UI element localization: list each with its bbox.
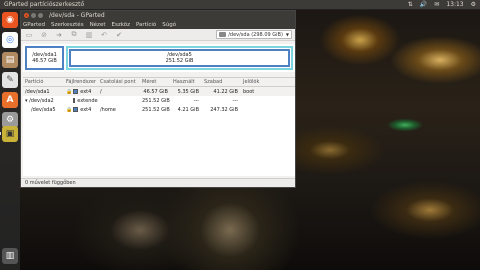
column-header-unused[interactable]: Szabad [202,79,241,85]
column-header-filesystem[interactable]: Fájlrendszer [64,79,98,85]
window-titlebar[interactable]: ✕ /dev/sda - GParted [21,11,295,20]
filesystem-color-swatch [73,98,76,103]
menu-help[interactable]: Súgó [162,22,176,28]
files-icon[interactable]: ▤ [2,52,18,68]
top-panel: GParted partíciószerkesztő ⇅ 🔊 ✉ 13:13 ⚙ [0,0,480,10]
partition-cell-expander: ▾ /dev/sda2 [23,98,64,104]
partition-block-size: 251.52 GiB [165,58,194,64]
filesystem-cell: 🔒 extended [64,98,98,104]
partition-block-sda5[interactable]: /dev/sda5 251.52 GiB [69,49,290,67]
delete-icon[interactable]: ⊘ [39,30,49,39]
filesystem-label: extended [77,97,98,104]
gparted-icon[interactable]: ▣ [2,126,18,142]
chevron-down-icon: ▼ [285,32,289,37]
filesystem-label: ext4 [80,106,92,113]
new-partition-icon[interactable]: ▭ [24,30,34,39]
column-header-partition[interactable]: Partíció [23,79,64,85]
mountpoint-cell: /home [100,106,116,113]
copy-icon[interactable]: ⧉ [69,30,79,39]
unused-cell: 41.22 GiB [213,88,238,95]
gparted-window: ✕ /dev/sda - GParted GParted Szerkesztés… [20,10,296,188]
text-editor-icon[interactable]: ✎ [2,72,18,88]
running-indicator [0,132,1,135]
partition-graph: /dev/sda1 46.57 GiB /dev/sda5 251.52 GiB [23,44,295,72]
resize-icon[interactable]: ➜ [54,30,64,39]
device-selector[interactable]: /dev/sda (298.09 GiB) ▼ [216,30,292,39]
active-app-title: GParted partíciószerkesztő [4,1,85,8]
table-row[interactable]: ▾ /dev/sda2 🔒 extended 251.52 GiB --- --… [23,96,295,105]
network-icon[interactable]: ⇅ [408,1,413,8]
column-header-mountpoint[interactable]: Csatolási pont [98,79,140,85]
menu-device[interactable]: Eszköz [112,22,130,28]
column-header-flags[interactable]: Jelölők [241,79,295,85]
lock-icon: 🔒 [66,106,73,113]
used-cell: --- [193,97,199,104]
unused-cell: --- [232,97,238,104]
mountpoint-cell: / [100,88,102,95]
table-header: Partíció Fájlrendszer Csatolási pont Mér… [23,78,295,87]
window-title: /dev/sda - GParted [49,12,105,19]
minimize-icon[interactable] [31,13,36,18]
partition-block-size: 46.57 GiB [32,58,57,64]
size-cell: 251.52 GiB [142,97,170,104]
filesystem-cell: 🔒 ext4 [64,89,98,95]
partition-cell: /dev/sda1 [25,88,50,95]
paste-icon[interactable]: ▥ [84,30,94,39]
menubar: GParted Szerkesztés Nézet Eszköz Partíci… [21,20,295,29]
used-cell: 4.21 GiB [177,106,199,113]
unused-cell: 247.32 GiB [210,106,238,113]
ubuntu-logo-icon[interactable]: ◉ [2,12,18,28]
partition-cell: /dev/sda2 [29,97,54,104]
partition-block-extended[interactable]: /dev/sda5 251.52 GiB [66,46,293,70]
power-gear-icon[interactable]: ⚙ [471,1,476,8]
column-header-used[interactable]: Használt [171,79,202,85]
flags-cell: boot [243,88,255,95]
device-label: /dev/sda (298.09 GiB) [228,31,283,38]
toolbar: ▭ ⊘ ➜ ⧉ ▥ ↶ ✔ /dev/sda (298.09 GiB) ▼ [21,29,295,41]
trash-icon[interactable]: ▥ [2,248,18,264]
size-cell: 251.52 GiB [142,106,170,113]
filesystem-cell: 🔒 ext4 [64,107,98,113]
maximize-icon[interactable] [38,13,43,18]
apply-icon[interactable]: ✔ [114,30,124,39]
lock-icon: 🔒 [66,88,73,95]
partition-table: Partíció Fájlrendszer Csatolási pont Mér… [23,77,295,176]
menu-edit[interactable]: Szerkesztés [51,22,84,28]
undo-icon[interactable]: ↶ [99,30,109,39]
expander-icon[interactable]: ▾ [25,98,28,104]
launcher: ◉ ◎ ▤ ✎ A ⚙ ▣ ▥ [0,10,20,270]
column-header-size[interactable]: Méret [140,79,171,85]
software-center-icon[interactable]: A [2,92,18,108]
volume-icon[interactable]: 🔊 [420,1,427,8]
used-cell: 5.35 GiB [177,88,199,95]
menu-gparted[interactable]: GParted [23,22,45,28]
filesystem-label: ext4 [80,88,92,95]
filesystem-color-swatch [73,89,79,94]
menu-view[interactable]: Nézet [90,22,106,28]
partition-cell: /dev/sda5 [31,106,56,113]
table-row[interactable]: /dev/sda1 🔒 ext4 / 46.57 GiB 5.35 GiB 41… [23,87,295,96]
status-bar: 0 művelet függőben [21,178,295,187]
messaging-icon[interactable]: ✉ [434,1,439,8]
clock[interactable]: 13:13 [446,1,463,8]
close-icon[interactable]: ✕ [24,13,29,18]
size-cell: 46.57 GiB [143,88,168,95]
menu-partition[interactable]: Partíció [136,22,156,28]
chrome-icon[interactable]: ◎ [2,32,18,48]
hard-drive-icon [219,32,227,37]
partition-block-sda1[interactable]: /dev/sda1 46.57 GiB [25,46,64,70]
table-row[interactable]: /dev/sda5 🔒 ext4 /home 251.52 GiB 4.21 G… [23,105,295,114]
filesystem-color-swatch [73,107,79,112]
